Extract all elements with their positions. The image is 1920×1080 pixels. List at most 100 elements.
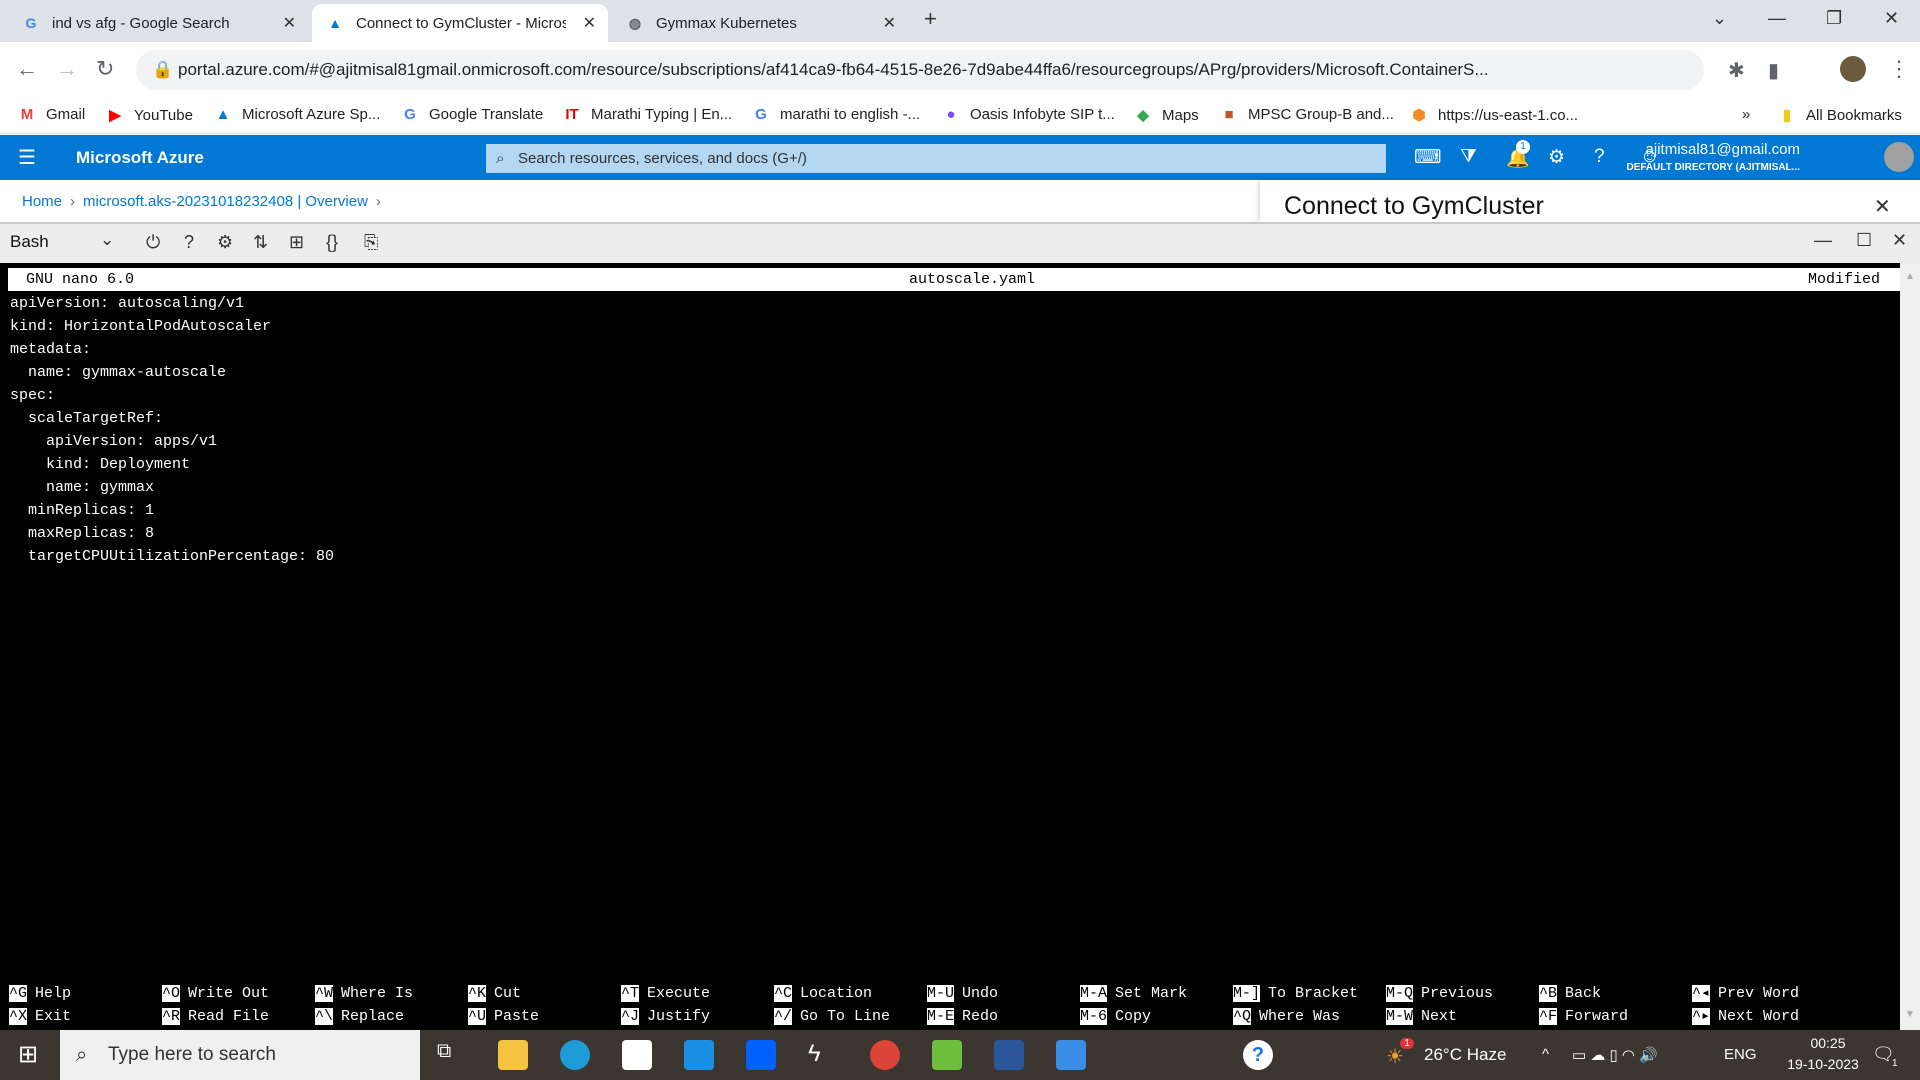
bookmark[interactable]: M Gmail: [18, 106, 85, 123]
shortcut-label: Undo: [962, 985, 999, 1002]
upload-download-icon[interactable]: ⇅: [253, 232, 268, 253]
azure-icon: ▲: [328, 15, 342, 31]
code-line: scaleTargetRef:: [10, 410, 164, 427]
bookmark[interactable]: ⬢ https://us-east-1.co...: [1410, 106, 1578, 125]
photos-icon[interactable]: [1056, 1040, 1086, 1070]
dropbox-icon[interactable]: [746, 1040, 776, 1070]
shortcut-next-word: ^▸ Next Word: [1692, 1007, 1799, 1027]
shortcut-replace: ^\ Replace: [315, 1007, 404, 1027]
user-avatar[interactable]: [1884, 142, 1914, 172]
minimize-button[interactable]: —: [1768, 8, 1786, 29]
chevron-down-icon[interactable]: ⌄: [100, 230, 114, 250]
cloud-shell-icon[interactable]: ⌨: [1414, 146, 1441, 169]
terminal[interactable]: [0, 263, 1900, 1030]
shortcut-label: Execute: [647, 985, 711, 1002]
more-bookmarks-icon[interactable]: »: [1742, 106, 1750, 123]
bookmark[interactable]: IT Marathi Typing | En...: [563, 106, 732, 123]
bookmark[interactable]: ▲ Microsoft Azure Sp...: [214, 106, 381, 123]
close-tab-icon[interactable]: ✕: [883, 13, 896, 33]
windows-start-icon[interactable]: ⊞: [18, 1040, 38, 1069]
help-icon[interactable]: ?: [1594, 146, 1605, 168]
tab-connect-gymcluster[interactable]: ▲ Connect to GymCluster - Microso ✕: [312, 4, 608, 42]
tab-search-icon[interactable]: ⌄: [1712, 8, 1727, 29]
bookmark[interactable]: ■ MPSC Group-B and...: [1220, 106, 1393, 123]
chrome-icon[interactable]: [870, 1040, 900, 1070]
shortcut-forward: ^F Forward: [1539, 1007, 1628, 1027]
shortcut-write-out: ^O Write Out: [162, 984, 269, 1004]
edge-icon[interactable]: [560, 1040, 590, 1070]
back-icon[interactable]: ←: [16, 56, 38, 82]
close-tab-icon[interactable]: ✕: [583, 13, 596, 33]
close-panel-icon[interactable]: ✕: [1874, 194, 1891, 219]
extensions-icon[interactable]: ✱: [1728, 58, 1745, 83]
new-tab-button[interactable]: +: [924, 6, 937, 32]
help-icon[interactable]: ?: [184, 232, 194, 253]
shell-type-select[interactable]: Bash: [10, 232, 49, 252]
clock-time[interactable]: 00:25: [1788, 1035, 1868, 1051]
shortcut-key: ^F: [1539, 1008, 1558, 1025]
task-view-icon[interactable]: ⧉: [437, 1040, 467, 1070]
new-session-icon[interactable]: ⊞: [289, 232, 304, 253]
mail-icon[interactable]: [684, 1040, 714, 1070]
bookmark[interactable]: ◆ Maps: [1134, 106, 1198, 125]
app-icon[interactable]: ϟ: [808, 1040, 838, 1070]
terminal-scrollbar[interactable]: ▲ ▼: [1900, 263, 1920, 1030]
code-line: apiVersion: apps/v1: [10, 433, 218, 450]
store-icon[interactable]: [622, 1040, 652, 1070]
code-line: minReplicas: 1: [10, 502, 155, 519]
weather-text[interactable]: 26°C Haze: [1424, 1045, 1506, 1065]
bookmark[interactable]: ● Oasis Infobyte SIP t...: [942, 106, 1114, 123]
forward-icon[interactable]: →: [56, 56, 78, 82]
feedback-icon[interactable]: ☺: [1640, 146, 1659, 168]
tray-icons[interactable]: ▭ ☁ ▯ ◠ 🔊: [1572, 1046, 1658, 1064]
minimize-shell-icon[interactable]: —: [1814, 230, 1832, 251]
profile-avatar[interactable]: [1840, 56, 1866, 82]
clock-date[interactable]: 19-10-2023: [1770, 1056, 1876, 1072]
breadcrumb-aks[interactable]: microsoft.aks-20231018232408 | Overview: [83, 193, 368, 210]
shortcut-label: Set Mark: [1115, 985, 1188, 1002]
azure-brand[interactable]: Microsoft Azure: [76, 148, 204, 168]
all-bookmarks[interactable]: ▮ All Bookmarks: [1778, 106, 1902, 125]
close-tab-icon[interactable]: ✕: [283, 13, 296, 33]
tab-google-search[interactable]: Gind vs afg - Google Search ✕: [8, 4, 308, 42]
code-line: maxReplicas: 8: [10, 525, 155, 542]
word-icon[interactable]: [994, 1040, 1024, 1070]
tab-gymmax-kubernetes[interactable]: ◍ Gymmax Kubernetes ✕: [612, 4, 908, 42]
power-icon[interactable]: ⏻: [146, 232, 160, 253]
braces-icon[interactable]: {}: [326, 232, 338, 253]
tray-chevron-icon[interactable]: ^: [1542, 1046, 1549, 1063]
shortcut-key: M-W: [1386, 1008, 1414, 1025]
close-window-button[interactable]: ✕: [1884, 8, 1899, 29]
tab-bar: Gind vs afg - Google Search ✕ ▲ Connect to…: [0, 0, 1920, 42]
settings-icon[interactable]: ⚙: [217, 232, 233, 253]
shortcut-label: Next Word: [1718, 1008, 1800, 1025]
bookmark[interactable]: Gmarathi to english -...: [752, 106, 920, 123]
side-panel-icon[interactable]: ▮: [1768, 58, 1779, 83]
shortcut-key: M-6: [1080, 1008, 1108, 1025]
web-preview-icon[interactable]: ⎘: [364, 232, 378, 253]
maximize-shell-icon[interactable]: ☐: [1856, 230, 1872, 251]
notification-badge: 1: [1516, 140, 1530, 154]
help-icon[interactable]: ?: [1243, 1040, 1273, 1070]
url-input[interactable]: 🔒 portal.azure.com/#@ajitmisal81gmail.onm…: [136, 50, 1704, 90]
file-explorer-icon[interactable]: [498, 1040, 528, 1070]
azure-search-input[interactable]: ⌕ Search resources, services, and docs (G…: [486, 144, 1386, 173]
bookmark[interactable]: ▶ YouTube: [106, 106, 193, 125]
nano-title-bar: GNU nano 6.0 autoscale.yaml Modified: [8, 268, 1900, 291]
reload-icon[interactable]: ↻: [96, 56, 114, 82]
taskbar-search-input[interactable]: ⌕ Type here to search: [60, 1030, 420, 1080]
menu-icon[interactable]: ⋮: [1888, 56, 1910, 82]
directory-filter-icon[interactable]: ⧩: [1460, 146, 1477, 168]
breadcrumb-home[interactable]: Home: [22, 193, 62, 210]
hamburger-menu-icon[interactable]: ☰: [18, 145, 36, 170]
bookmark[interactable]: G Google Translate: [401, 106, 543, 123]
settings-icon[interactable]: ⚙: [1548, 146, 1565, 169]
shortcut-label: Justify: [647, 1008, 711, 1025]
bluestacks-icon[interactable]: [932, 1040, 962, 1070]
language-indicator[interactable]: ENG: [1724, 1046, 1757, 1063]
close-shell-icon[interactable]: ✕: [1892, 230, 1907, 251]
restore-button[interactable]: ❐: [1826, 8, 1842, 29]
shortcut-label: Prev Word: [1718, 985, 1800, 1002]
shortcut-read-file: ^R Read File: [162, 1007, 269, 1027]
lock-icon: 🔒: [152, 60, 174, 79]
